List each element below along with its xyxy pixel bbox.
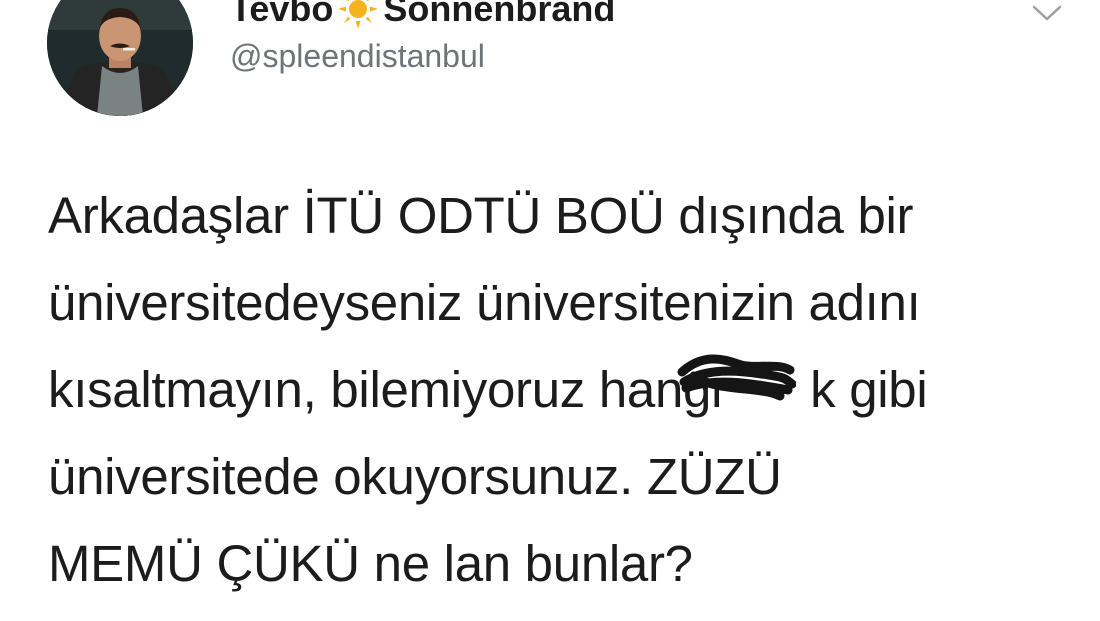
tweet-line: üniversitedeyseniz üniversitenizin adını xyxy=(48,274,921,331)
redaction-scribble xyxy=(722,406,810,407)
avatar[interactable] xyxy=(47,0,193,116)
tweet-line: Arkadaşlar İTÜ ODTÜ BOÜ dışında bir xyxy=(48,187,914,244)
tweet-text: Arkadaşlar İTÜ ODTÜ BOÜ dışında bir üniv… xyxy=(48,172,1088,607)
tweet-line: kısaltmayın, bilemiyoruz hangi k gibi xyxy=(48,346,1088,433)
tweet-line: üniversitede okuyorsunuz. ZÜZÜ xyxy=(48,448,782,505)
avatar-photo xyxy=(47,0,193,116)
display-name-part-2: Sonnenbrand xyxy=(383,0,616,29)
tweet-line-segment: kısaltmayın, bilemiyoruz hangi xyxy=(48,361,723,418)
sun-icon xyxy=(338,0,379,29)
tweet-card: Tevbo Sonnenbrand @spleendistanbul Arkad… xyxy=(0,0,1100,621)
display-name-part-1: Tevbo xyxy=(230,0,334,29)
user-handle[interactable]: @spleendistanbul xyxy=(230,36,485,76)
chevron-down-icon[interactable] xyxy=(1030,2,1064,24)
display-name[interactable]: Tevbo Sonnenbrand xyxy=(230,0,615,30)
tweet-line: MEMÜ ÇÜKÜ ne lan bunlar? xyxy=(48,535,693,592)
tweet-line-segment: k gibi xyxy=(810,361,928,418)
